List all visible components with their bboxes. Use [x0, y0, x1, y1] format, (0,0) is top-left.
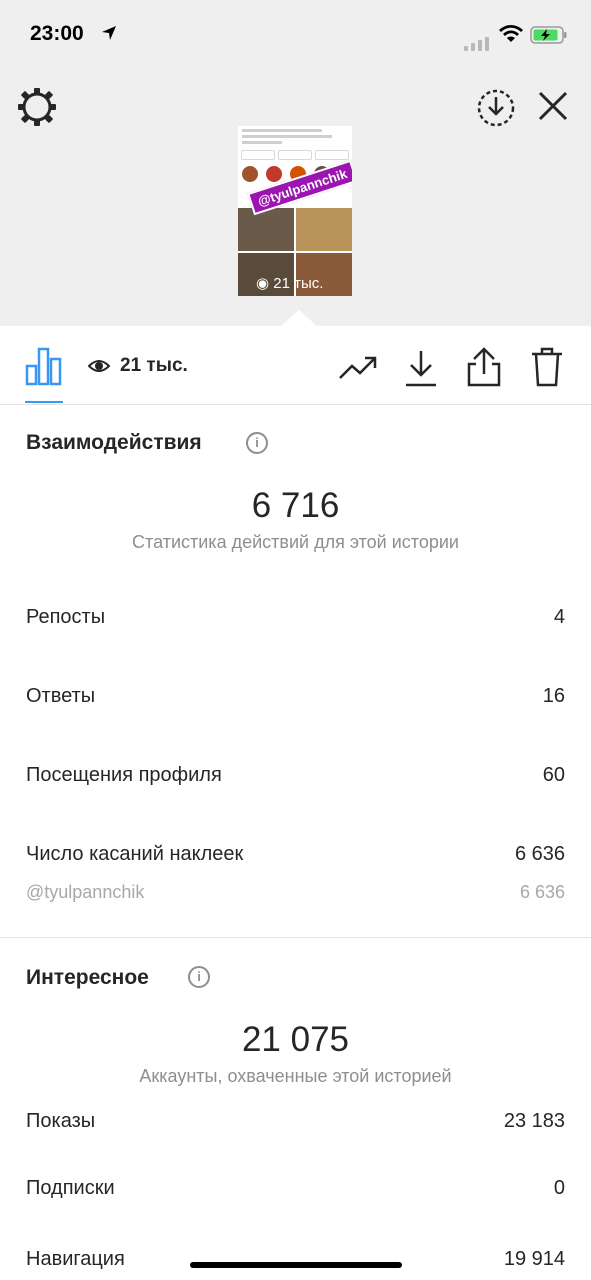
signal-icon	[464, 33, 492, 51]
discovery-total: 21 075	[241, 1020, 350, 1059]
settings-icon[interactable]	[16, 86, 58, 128]
active-tab-indicator	[25, 401, 63, 403]
metric-label: Репосты	[26, 606, 106, 628]
thumbnail-text-lines	[238, 129, 352, 144]
metric-label: Число касаний наклеек	[26, 843, 244, 865]
download-circle-icon[interactable]	[476, 88, 516, 128]
discovery-title: Интересное	[26, 966, 149, 989]
trending-icon[interactable]	[338, 352, 378, 382]
sticker-username: @tyulpannchik	[26, 882, 145, 902]
metric-value: 4	[553, 606, 565, 628]
share-icon[interactable]	[466, 346, 502, 388]
toolbar: 21 тыс.	[0, 326, 591, 405]
location-arrow-icon	[102, 26, 116, 40]
sticker-metric-row[interactable]: @tyulpannchik 6 636	[26, 882, 565, 903]
wifi-icon	[499, 25, 523, 42]
metric-value: 60	[542, 764, 565, 786]
trash-icon[interactable]	[530, 346, 564, 388]
home-indicator[interactable]	[190, 1262, 402, 1268]
metric-label: Посещения профиля	[26, 764, 222, 786]
discovery-info-icon[interactable]: i	[188, 966, 210, 988]
section-divider	[0, 937, 591, 938]
metric-value: 0	[553, 1177, 565, 1199]
interactions-total: 6 716	[251, 486, 340, 525]
story-preview-thumbnail[interactable]: @tyulpannchik ◉ 21 тыс.	[238, 126, 352, 296]
thumbnail-views-count: 21 тыс.	[273, 275, 324, 292]
metric-label: Навигация	[26, 1248, 125, 1270]
interactions-title: Взаимодействия	[26, 431, 202, 454]
close-icon[interactable]	[537, 90, 569, 122]
metric-row: Репосты 4	[26, 606, 565, 629]
interactions-caption: Статистика действий для этой истории	[132, 532, 459, 552]
metric-row: Подписки 0	[26, 1177, 565, 1200]
metric-row: Посещения профиля 60	[26, 764, 565, 787]
eye-icon	[88, 360, 110, 372]
metric-label: Ответы	[26, 685, 96, 707]
metric-value: 23 183	[503, 1110, 565, 1132]
metric-row: Ответы 16	[26, 685, 565, 708]
sticker-taps-value: 6 636	[519, 882, 565, 902]
status-time: 23:00	[30, 22, 84, 45]
preview-pointer	[281, 310, 317, 326]
download-icon[interactable]	[403, 348, 439, 388]
metric-label: Подписки	[26, 1177, 115, 1199]
interactions-info-icon[interactable]: i	[246, 432, 268, 454]
thumbnail-tabs	[241, 150, 349, 160]
metric-value: 6 636	[514, 843, 565, 865]
views-count[interactable]: 21 тыс.	[120, 355, 188, 377]
metric-row: Показы 23 183	[26, 1110, 565, 1133]
discovery-caption: Аккаунты, охваченные этой историей	[139, 1066, 452, 1086]
thumbnail-views: ◉ 21 тыс.	[256, 274, 323, 292]
bar-chart-icon[interactable]	[25, 346, 63, 386]
metric-value: 19 914	[503, 1248, 565, 1270]
thumbnail-eye-icon: ◉	[256, 275, 270, 292]
battery-icon	[530, 26, 567, 44]
metric-row: Число касаний наклеек 6 636	[26, 843, 565, 866]
metric-value: 16	[542, 685, 565, 707]
preview-area: 23:00 @tyulpannchik ◉ 21 тыс.	[0, 0, 591, 326]
metric-label: Показы	[26, 1110, 96, 1132]
